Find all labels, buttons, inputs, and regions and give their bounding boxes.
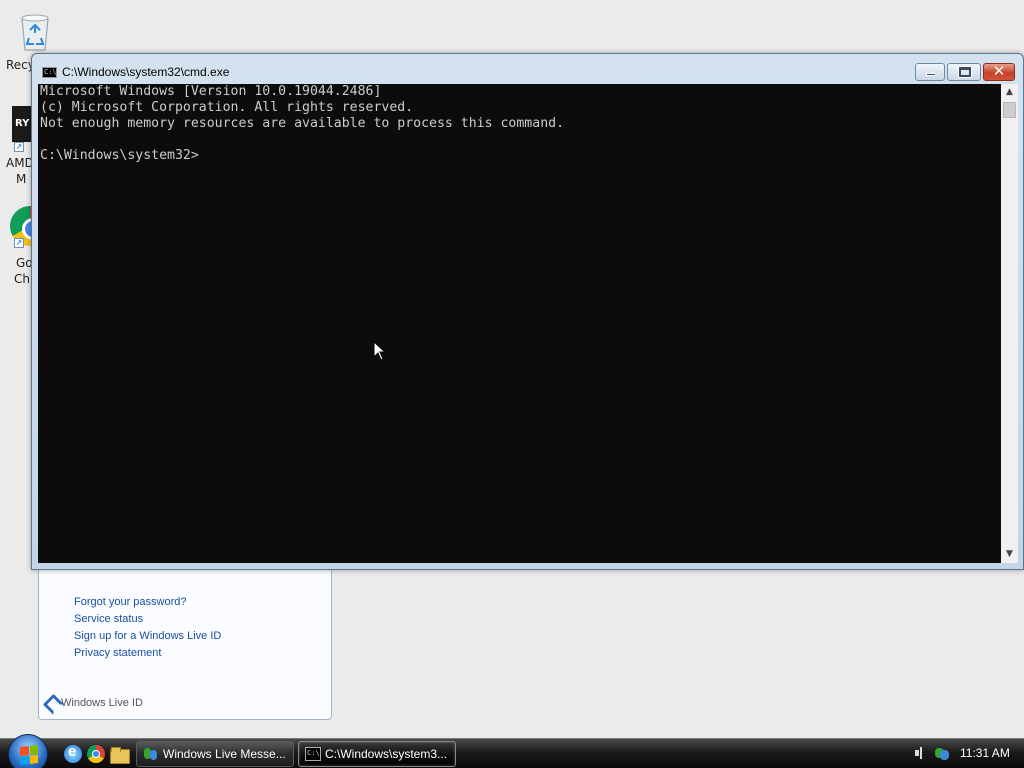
shortcut-arrow-icon: ↗ [14,142,24,152]
windows-live-id-footer: Windows Live ID [45,696,143,710]
minimize-button[interactable] [915,63,945,81]
scroll-down-arrow-icon[interactable]: ▼ [1001,546,1018,563]
cmd-titlebar[interactable]: C:\ C:\Windows\system32\cmd.exe ✕ [32,54,1023,84]
cmd-app-icon[interactable]: C:\ [42,67,57,78]
scrollbar-thumb[interactable] [1003,102,1016,118]
window-title: C:\Windows\system32\cmd.exe [62,65,230,79]
taskbar: Windows Live Messe... C:\ C:\Windows\sys… [0,734,1024,768]
speaker-icon[interactable] [912,745,928,761]
windows-live-logo-icon [45,696,59,710]
amd-label-line-1: AMD [6,156,34,170]
windows-live-id-label: Windows Live ID [61,697,143,709]
cmd-window[interactable]: C:\ C:\Windows\system32\cmd.exe ✕ Micros… [31,53,1024,570]
close-icon: ✕ [992,62,1006,80]
console-line: (c) Microsoft Corporation. All rights re… [40,100,414,115]
taskbar-button-messenger[interactable]: Windows Live Messe... [136,741,294,767]
privacy-statement-link[interactable]: Privacy statement [74,647,161,659]
internet-explorer-icon[interactable] [64,743,82,763]
windows-logo-icon [20,745,38,765]
taskbar-button-cmd[interactable]: C:\ C:\Windows\system3... [298,741,456,767]
forgot-password-link[interactable]: Forgot your password? [74,596,187,608]
recycle-bin-icon [18,12,52,52]
service-status-link[interactable]: Service status [74,613,143,625]
taskbar-button-label: C:\Windows\system3... [325,747,448,761]
minimize-icon [926,73,936,76]
close-button[interactable]: ✕ [983,62,1015,81]
windows-live-messenger-icon [143,747,159,761]
console-line: Not enough memory resources are availabl… [40,116,565,131]
taskbar-button-label: Windows Live Messe... [163,747,286,761]
maximize-icon [959,67,971,77]
amd-label-line-2: M [16,172,27,186]
shortcut-arrow-icon: ↗ [14,238,24,248]
messenger-status-icon[interactable] [934,745,950,761]
chrome-icon[interactable] [87,745,105,763]
mouse-pointer-icon [373,341,387,361]
maximize-button[interactable] [947,63,981,81]
windows-live-signin-panel: Forgot your password? Service status Sig… [38,560,332,720]
cmd-icon: C:\ [305,747,321,761]
explorer-folder-icon[interactable] [110,745,130,764]
start-button[interactable] [8,734,48,768]
scroll-up-arrow-icon[interactable]: ▲ [1001,84,1018,101]
vertical-scrollbar[interactable]: ▲ ▼ [1001,84,1018,563]
sign-up-link[interactable]: Sign up for a Windows Live ID [74,630,221,642]
clock[interactable]: 11:31 AM [960,746,1010,760]
console-line: Microsoft Windows [Version 10.0.19044.24… [40,84,382,99]
console-prompt[interactable]: C:\Windows\system32> [40,148,1001,164]
console-output[interactable]: Microsoft Windows [Version 10.0.19044.24… [38,84,1001,563]
